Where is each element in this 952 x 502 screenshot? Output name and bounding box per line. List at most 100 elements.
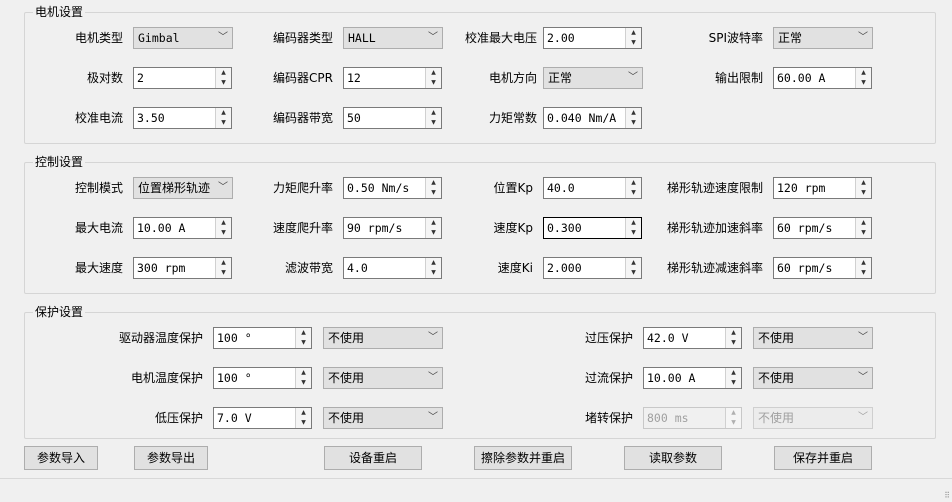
- overvoltage-mode-select[interactable]: 不使用 ﹀: [753, 327, 873, 349]
- filter-bandwidth-spinbox[interactable]: 4.0 ▲ ▼: [343, 257, 442, 279]
- spin-buttons[interactable]: ▲ ▼: [425, 178, 441, 198]
- spin-up-icon[interactable]: ▲: [626, 178, 641, 188]
- traj-vel-limit-spinbox[interactable]: 120 rpm ▲ ▼: [773, 177, 872, 199]
- spin-buttons[interactable]: ▲ ▼: [295, 328, 311, 348]
- restart-device-button[interactable]: 设备重启: [324, 446, 422, 470]
- traj-decel-spinbox[interactable]: 60 rpm/s ▲ ▼: [773, 257, 872, 279]
- spin-down-icon[interactable]: ▼: [626, 268, 641, 278]
- driver-temp-mode-select[interactable]: 不使用 ﹀: [323, 327, 443, 349]
- spin-up-icon[interactable]: ▲: [296, 328, 311, 338]
- spin-up-icon[interactable]: ▲: [426, 218, 441, 228]
- vel-ki-spinbox[interactable]: 2.000 ▲ ▼: [543, 257, 642, 279]
- read-params-button[interactable]: 读取参数: [624, 446, 722, 470]
- spin-buttons[interactable]: ▲ ▼: [725, 328, 741, 348]
- overcurrent-spinbox[interactable]: 10.00 A ▲ ▼: [643, 367, 742, 389]
- export-params-button[interactable]: 参数导出: [134, 446, 208, 470]
- overcurrent-mode-select[interactable]: 不使用 ﹀: [753, 367, 873, 389]
- spin-down-icon[interactable]: ▼: [216, 78, 231, 88]
- calib-max-voltage-spinbox[interactable]: 2.00 ▲ ▼: [543, 27, 642, 49]
- spin-up-icon[interactable]: ▲: [216, 68, 231, 78]
- motor-type-select[interactable]: Gimbal ﹀: [133, 27, 233, 49]
- spin-buttons[interactable]: ▲ ▼: [215, 68, 231, 88]
- torque-ramp-spinbox[interactable]: 0.50 Nm/s ▲ ▼: [343, 177, 442, 199]
- encoder-type-select[interactable]: HALL ﹀: [343, 27, 443, 49]
- spin-up-icon[interactable]: ▲: [726, 328, 741, 338]
- traj-accel-spinbox[interactable]: 60 rpm/s ▲ ▼: [773, 217, 872, 239]
- spin-buttons[interactable]: ▲ ▼: [625, 218, 641, 238]
- spin-up-icon[interactable]: ▲: [216, 258, 231, 268]
- spin-up-icon[interactable]: ▲: [856, 258, 871, 268]
- encoder-bandwidth-spinbox[interactable]: 50 ▲ ▼: [343, 107, 442, 129]
- spin-down-icon[interactable]: ▼: [856, 78, 871, 88]
- control-mode-select[interactable]: 位置梯形轨迹 ﹀: [133, 177, 233, 199]
- spin-buttons[interactable]: ▲ ▼: [625, 28, 641, 48]
- pos-kp-spinbox[interactable]: 40.0 ▲ ▼: [543, 177, 642, 199]
- spin-buttons[interactable]: ▲ ▼: [625, 178, 641, 198]
- spin-buttons[interactable]: ▲ ▼: [295, 368, 311, 388]
- calib-current-spinbox[interactable]: 3.50 ▲ ▼: [133, 107, 232, 129]
- spin-down-icon[interactable]: ▼: [296, 418, 311, 428]
- vel-kp-spinbox[interactable]: 0.300 ▲ ▼: [543, 217, 642, 239]
- spin-up-icon[interactable]: ▲: [626, 258, 641, 268]
- spin-up-icon[interactable]: ▲: [856, 218, 871, 228]
- motor-direction-select[interactable]: 正常 ﹀: [543, 67, 643, 89]
- motor-temp-mode-select[interactable]: 不使用 ﹀: [323, 367, 443, 389]
- spin-buttons[interactable]: ▲ ▼: [855, 178, 871, 198]
- spin-up-icon[interactable]: ▲: [626, 218, 641, 228]
- spin-buttons[interactable]: ▲ ▼: [425, 68, 441, 88]
- spin-buttons[interactable]: ▲ ▼: [855, 218, 871, 238]
- spin-buttons[interactable]: ▲ ▼: [855, 68, 871, 88]
- spin-buttons[interactable]: ▲ ▼: [425, 108, 441, 128]
- spin-down-icon[interactable]: ▼: [296, 378, 311, 388]
- spin-buttons[interactable]: ▲ ▼: [625, 108, 641, 128]
- spin-down-icon[interactable]: ▼: [426, 228, 441, 238]
- save-restart-button[interactable]: 保存并重启: [774, 446, 872, 470]
- spin-up-icon[interactable]: ▲: [856, 68, 871, 78]
- spin-down-icon[interactable]: ▼: [426, 268, 441, 278]
- spin-down-icon[interactable]: ▼: [726, 378, 741, 388]
- spin-up-icon[interactable]: ▲: [426, 178, 441, 188]
- output-limit-spinbox[interactable]: 60.00 A ▲ ▼: [773, 67, 872, 89]
- pole-pairs-spinbox[interactable]: 2 ▲ ▼: [133, 67, 232, 89]
- vel-ramp-spinbox[interactable]: 90 rpm/s ▲ ▼: [343, 217, 442, 239]
- undervoltage-spinbox[interactable]: 7.0 V ▲ ▼: [213, 407, 312, 429]
- spin-up-icon[interactable]: ▲: [296, 368, 311, 378]
- spin-down-icon[interactable]: ▼: [856, 188, 871, 198]
- spin-down-icon[interactable]: ▼: [216, 228, 231, 238]
- spin-buttons[interactable]: ▲ ▼: [725, 368, 741, 388]
- undervoltage-mode-select[interactable]: 不使用 ﹀: [323, 407, 443, 429]
- erase-restart-button[interactable]: 擦除参数并重启: [474, 446, 572, 470]
- import-params-button[interactable]: 参数导入: [24, 446, 98, 470]
- spin-down-icon[interactable]: ▼: [856, 268, 871, 278]
- torque-constant-spinbox[interactable]: 0.040 Nm/A ▲ ▼: [543, 107, 642, 129]
- spin-down-icon[interactable]: ▼: [426, 188, 441, 198]
- spin-down-icon[interactable]: ▼: [426, 118, 441, 128]
- spin-up-icon[interactable]: ▲: [626, 28, 641, 38]
- spin-buttons[interactable]: ▲ ▼: [425, 218, 441, 238]
- spin-up-icon[interactable]: ▲: [216, 108, 231, 118]
- spin-buttons[interactable]: ▲ ▼: [625, 258, 641, 278]
- spin-down-icon[interactable]: ▼: [626, 38, 641, 48]
- driver-temp-spinbox[interactable]: 100 ° ▲ ▼: [213, 327, 312, 349]
- spin-up-icon[interactable]: ▲: [726, 368, 741, 378]
- spin-up-icon[interactable]: ▲: [426, 258, 441, 268]
- spin-buttons[interactable]: ▲ ▼: [855, 258, 871, 278]
- spin-down-icon[interactable]: ▼: [626, 118, 641, 128]
- spin-up-icon[interactable]: ▲: [626, 108, 641, 118]
- overvoltage-spinbox[interactable]: 42.0 V ▲ ▼: [643, 327, 742, 349]
- max-speed-spinbox[interactable]: 300 rpm ▲ ▼: [133, 257, 232, 279]
- spin-down-icon[interactable]: ▼: [856, 228, 871, 238]
- spin-buttons[interactable]: ▲ ▼: [215, 258, 231, 278]
- spin-buttons[interactable]: ▲ ▼: [425, 258, 441, 278]
- spin-down-icon[interactable]: ▼: [216, 118, 231, 128]
- spin-down-icon[interactable]: ▼: [216, 268, 231, 278]
- spin-down-icon[interactable]: ▼: [626, 228, 641, 238]
- spin-down-icon[interactable]: ▼: [426, 78, 441, 88]
- spin-buttons[interactable]: ▲ ▼: [295, 408, 311, 428]
- resize-grip-icon[interactable]: ⠿: [944, 492, 950, 500]
- spin-up-icon[interactable]: ▲: [426, 68, 441, 78]
- spi-baud-select[interactable]: 正常 ﹀: [773, 27, 873, 49]
- motor-temp-spinbox[interactable]: 100 ° ▲ ▼: [213, 367, 312, 389]
- spin-down-icon[interactable]: ▼: [296, 338, 311, 348]
- spin-up-icon[interactable]: ▲: [426, 108, 441, 118]
